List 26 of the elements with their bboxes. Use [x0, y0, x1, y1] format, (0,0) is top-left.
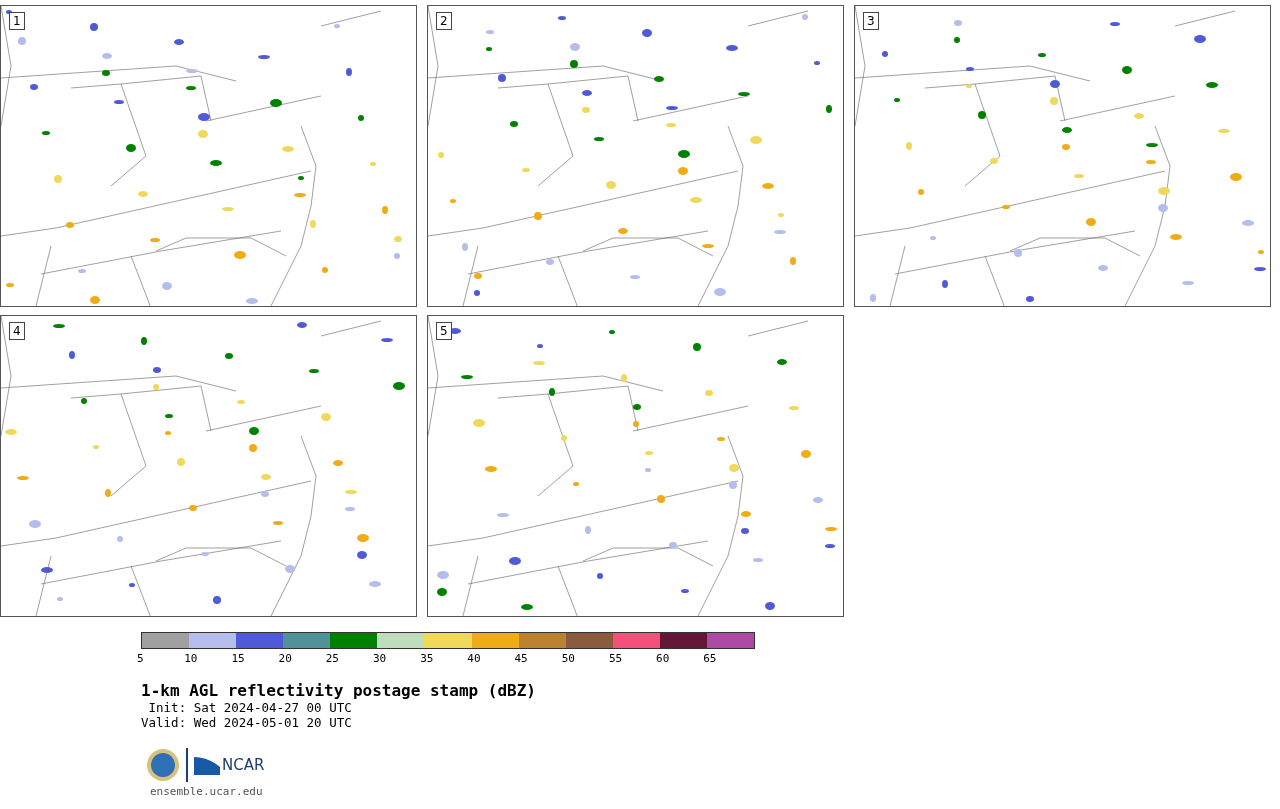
panel-number: 3 — [863, 12, 879, 30]
wave-logo-icon — [194, 755, 220, 775]
tick-label: 45 — [514, 652, 528, 665]
divider-line-icon — [186, 748, 188, 782]
tick-label: 30 — [372, 652, 387, 665]
website-url: ensemble.ucar.edu — [150, 785, 264, 798]
valid-time: Valid: Wed 2024-05-01 20 UTC — [141, 715, 353, 730]
plot-title: 1-km AGL reflectivity postage stamp (dBZ) — [141, 681, 537, 700]
tick-label: 65 — [703, 652, 717, 665]
tick-label: 60 — [656, 652, 670, 665]
panel-number: 4 — [9, 322, 25, 340]
logo-text: NCAR — [222, 756, 265, 774]
panel-number: 1 — [9, 12, 25, 30]
tick-label: 55 — [608, 652, 623, 665]
tick-label: 20 — [278, 652, 292, 665]
tick-label: 10 — [184, 652, 198, 665]
tick-label: 35 — [420, 652, 434, 665]
tick-label: 15 — [231, 652, 245, 665]
tick-label: 40 — [467, 652, 481, 665]
panel-number: 2 — [436, 12, 452, 30]
tick-label: 25 — [325, 652, 339, 665]
panel-number: 5 — [436, 322, 452, 340]
init-time: Init: Sat 2024-04-27 00 UTC — [147, 700, 353, 715]
tick-label: 5 — [137, 652, 144, 665]
tick-label: 50 — [561, 652, 575, 665]
seal-icon — [146, 748, 180, 782]
